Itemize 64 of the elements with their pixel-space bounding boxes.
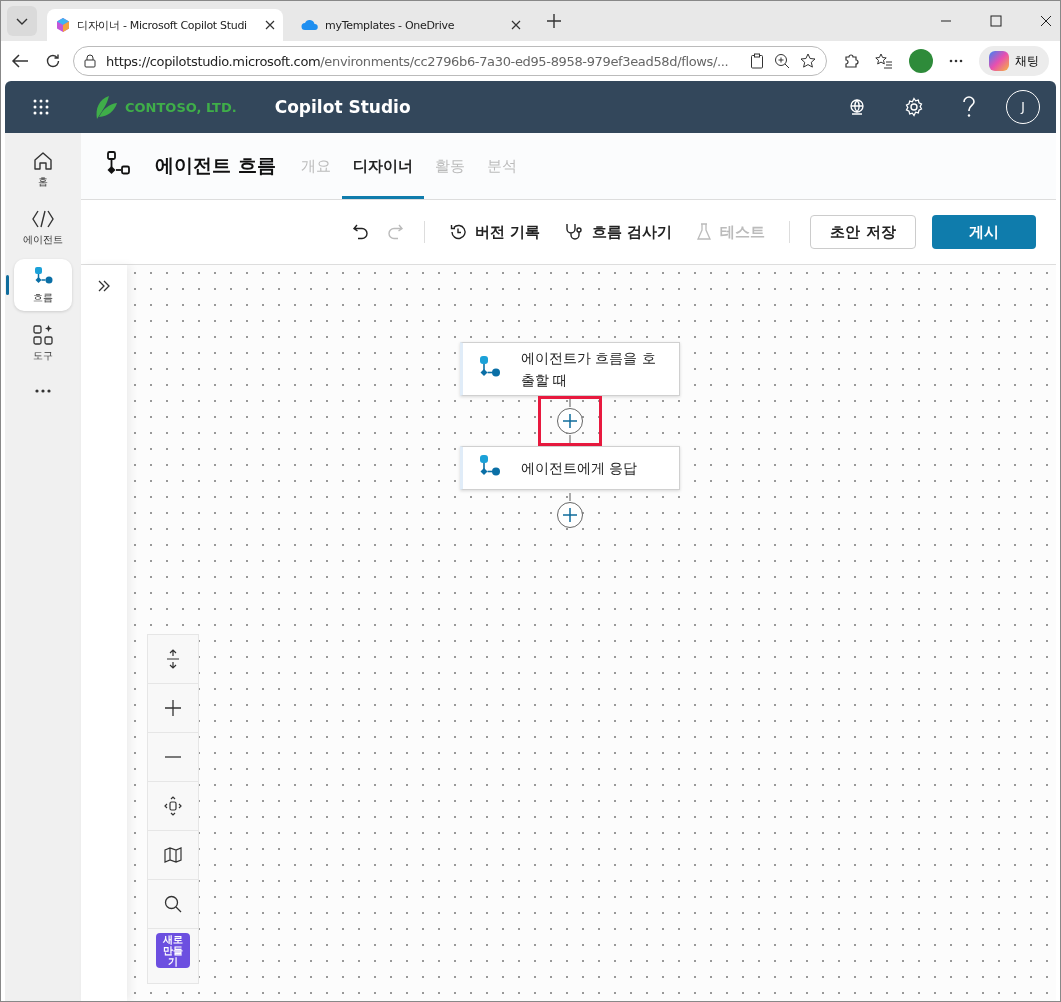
add-step-icon[interactable] (556, 407, 584, 435)
zoom-out-icon[interactable] (164, 755, 182, 759)
clipboard-icon[interactable] (750, 53, 764, 69)
history-icon (448, 223, 467, 241)
cloud-icon (301, 19, 319, 31)
url-text: https://copilotstudio.microsoft.com/environments/cc2796b6-7a30-ed95-8958-979ef3ead58d/flows/... (106, 53, 730, 69)
home-icon (32, 149, 54, 172)
close-icon[interactable] (511, 20, 521, 30)
maximize-icon[interactable] (990, 15, 1002, 27)
expand-icon[interactable] (97, 279, 111, 293)
tab-title: myTemplates - OneDrive (325, 18, 456, 32)
fit-height-icon[interactable] (166, 648, 180, 670)
node-label: 에이전트가 흐름을 호출할 때 (521, 349, 657, 390)
profile-avatar[interactable] (909, 49, 933, 73)
save-draft-button[interactable]: 초안 저장 (810, 215, 916, 249)
node-label: 에이전트에게 응답 (521, 459, 639, 478)
browser-tab[interactable]: myTemplates - OneDrive (293, 9, 529, 41)
zoom-icon[interactable] (774, 53, 790, 69)
star-icon[interactable] (800, 53, 816, 69)
copilot-chat-button[interactable]: 채팅 (979, 46, 1049, 76)
app-launcher-icon[interactable] (33, 99, 49, 115)
page-tab[interactable]: 디자이너 (341, 133, 424, 199)
settings-icon[interactable] (904, 97, 924, 117)
fit-view-icon[interactable] (163, 795, 183, 817)
reload-icon[interactable] (45, 53, 61, 69)
new-tab-icon[interactable] (547, 14, 561, 28)
nav-item[interactable]: 에이전트 (14, 201, 72, 253)
flow-node-card[interactable]: 에이전트가 흐름을 호출할 때 (460, 342, 680, 396)
close-icon[interactable] (265, 20, 275, 30)
search-icon[interactable] (164, 895, 182, 913)
close-icon[interactable] (1040, 15, 1052, 27)
nav-label: 에이전트 (23, 232, 63, 247)
back-icon[interactable] (11, 53, 29, 69)
undo-icon[interactable] (351, 223, 370, 241)
flow-node-card[interactable]: 에이전트에게 응답 (460, 446, 680, 490)
zoom-in-icon[interactable] (164, 699, 182, 717)
add-step-icon[interactable] (556, 501, 584, 529)
nav-item[interactable]: 도구 (14, 317, 72, 369)
stethoscope-icon (563, 222, 584, 242)
tab-menu-button[interactable] (7, 6, 37, 36)
nav-label: 홈 (38, 174, 48, 189)
publish-button[interactable]: 게시 (932, 215, 1036, 249)
app-logo-icon (55, 17, 71, 33)
nav-label: 도구 (33, 348, 53, 363)
favorites-icon[interactable] (875, 53, 893, 69)
extensions-icon[interactable] (843, 53, 859, 69)
product-name: Copilot Studio (274, 97, 411, 117)
brand-name: CONTOSO, LTD. (125, 99, 237, 115)
nav-item[interactable]: 홈 (14, 143, 72, 195)
nav-label: 흐름 (33, 290, 53, 305)
browser-tab[interactable]: 디자이너 - Microsoft Copilot Studi (47, 9, 283, 41)
tools-grid-icon (32, 323, 54, 346)
toolbar-button[interactable]: 버전 기록 (444, 222, 544, 242)
more-icon[interactable] (35, 389, 51, 393)
tab-title: 디자이너 - Microsoft Copilot Studi (77, 17, 248, 33)
map-icon[interactable] (164, 846, 182, 864)
help-icon[interactable] (962, 96, 976, 118)
toolbar-button[interactable]: 흐름 검사기 (559, 222, 676, 242)
globe-icon[interactable] (848, 98, 866, 116)
flask-icon (696, 223, 712, 241)
more-icon[interactable] (949, 59, 963, 63)
lock-icon (84, 54, 96, 68)
new-badge[interactable]: 새로 만들기 (156, 933, 190, 968)
page-title: 에이전트 흐름 (155, 153, 276, 178)
